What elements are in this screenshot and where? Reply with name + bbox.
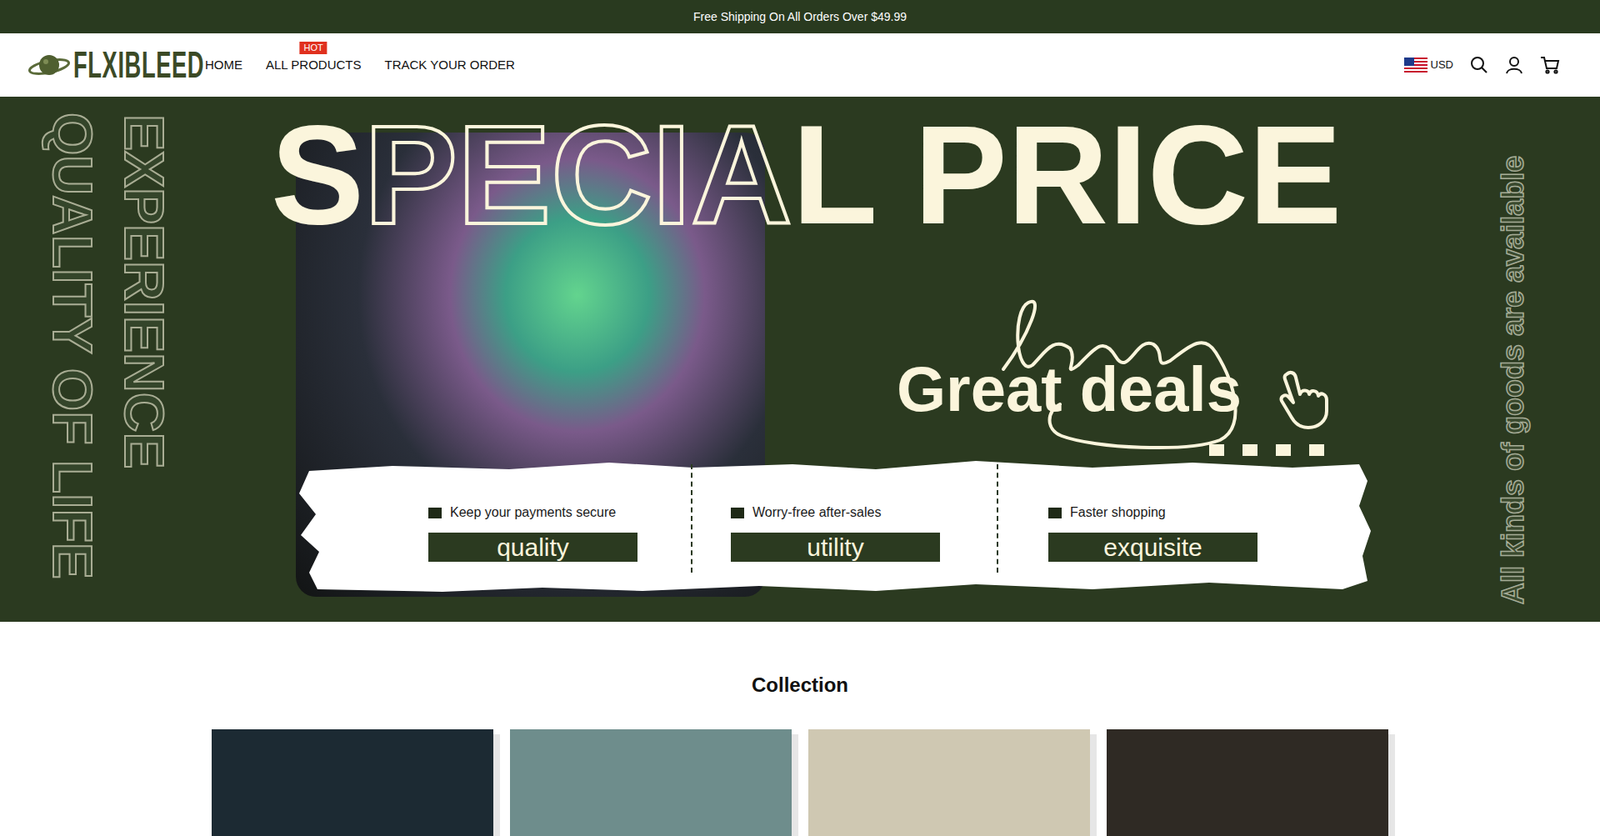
collection-grid	[0, 729, 1600, 836]
collection-card[interactable]	[1106, 729, 1389, 836]
site-header: FLXIBLEED HOMEALL PRODUCTSHOTTRACK YOUR …	[0, 33, 1600, 97]
logo[interactable]: FLXIBLEED	[28, 46, 192, 84]
feature-label: utility	[730, 532, 940, 562]
side-left-text: EXPERIENCE	[116, 114, 172, 469]
feature-label: exquisite	[1048, 532, 1258, 562]
side-right-text: All kinds of goods are available	[1495, 155, 1532, 605]
collection-card[interactable]	[510, 729, 792, 836]
feature-item: Keep your payments secure quality	[292, 455, 691, 595]
feature-item: Worry-free after-sales utility	[692, 455, 997, 595]
collection-section: Collection	[0, 621, 1600, 836]
headline-part: PECIA	[364, 96, 792, 254]
search-icon[interactable]	[1470, 55, 1489, 75]
feature-caption: Worry-free after-sales	[752, 502, 881, 523]
collection-title: Collection	[0, 673, 1600, 697]
feature-caption: Faster shopping	[1070, 502, 1166, 523]
bullet-icon	[730, 507, 745, 519]
hero-banner: SPECIAL PRICE Great deals All kinds of g…	[0, 96, 1600, 622]
feature-label: quality	[428, 532, 638, 562]
nav-label: TRACK YOUR ORDER	[384, 57, 515, 72]
bullet-icon	[1048, 507, 1062, 519]
side-left-text: QUALITY OF LIFE	[45, 112, 100, 580]
us-flag-icon	[1404, 57, 1428, 73]
hero-dots	[1209, 444, 1325, 456]
announcement-text: Free Shipping On All Orders Over $49.99	[693, 8, 907, 26]
feature-caption-row: Worry-free after-sales	[730, 504, 997, 521]
currency-label: USD	[1430, 56, 1454, 74]
announcement-bar: Free Shipping On All Orders Over $49.99	[0, 0, 1600, 34]
feature-caption-row: Faster shopping	[1048, 504, 1371, 521]
bullet-icon	[428, 507, 442, 519]
cart-icon[interactable]	[1540, 55, 1560, 75]
logo-text: FLXIBLEED	[73, 46, 205, 84]
feature-item: Faster shopping exquisite	[998, 455, 1371, 595]
currency-selector[interactable]: USD	[1404, 56, 1454, 74]
user-icon[interactable]	[1505, 55, 1524, 75]
hero-headline: SPECIAL PRICE	[270, 105, 1342, 245]
feature-strip: Keep your payments secure quality Worry-fr…	[292, 455, 1371, 595]
headline-part: S	[270, 96, 365, 254]
nav-item[interactable]: ALL PRODUCTSHOT	[265, 57, 361, 73]
feature-caption-row: Keep your payments secure	[428, 504, 691, 521]
main-nav: HOME ALL PRODUCTSHOT TRACK YOUR ORDER	[205, 57, 515, 73]
header-actions: USD	[1404, 55, 1572, 75]
feature-caption: Keep your payments secure	[450, 502, 616, 523]
nav-label: ALL PRODUCTS	[265, 57, 361, 72]
headline-part: L PRICE	[792, 96, 1343, 254]
feature-divider	[996, 464, 999, 573]
collection-card[interactable]	[211, 729, 494, 836]
nav-item[interactable]: TRACK YOUR ORDER	[384, 57, 515, 73]
collection-card[interactable]	[808, 729, 1090, 836]
hot-badge: HOT	[300, 41, 328, 55]
nav-label: HOME	[205, 57, 243, 72]
feature-divider	[690, 464, 693, 573]
planet-icon	[28, 48, 70, 82]
hand-pointer-icon	[1275, 369, 1334, 430]
hero-tagline: Great deals	[896, 357, 1242, 421]
nav-item[interactable]: HOME	[205, 57, 243, 73]
